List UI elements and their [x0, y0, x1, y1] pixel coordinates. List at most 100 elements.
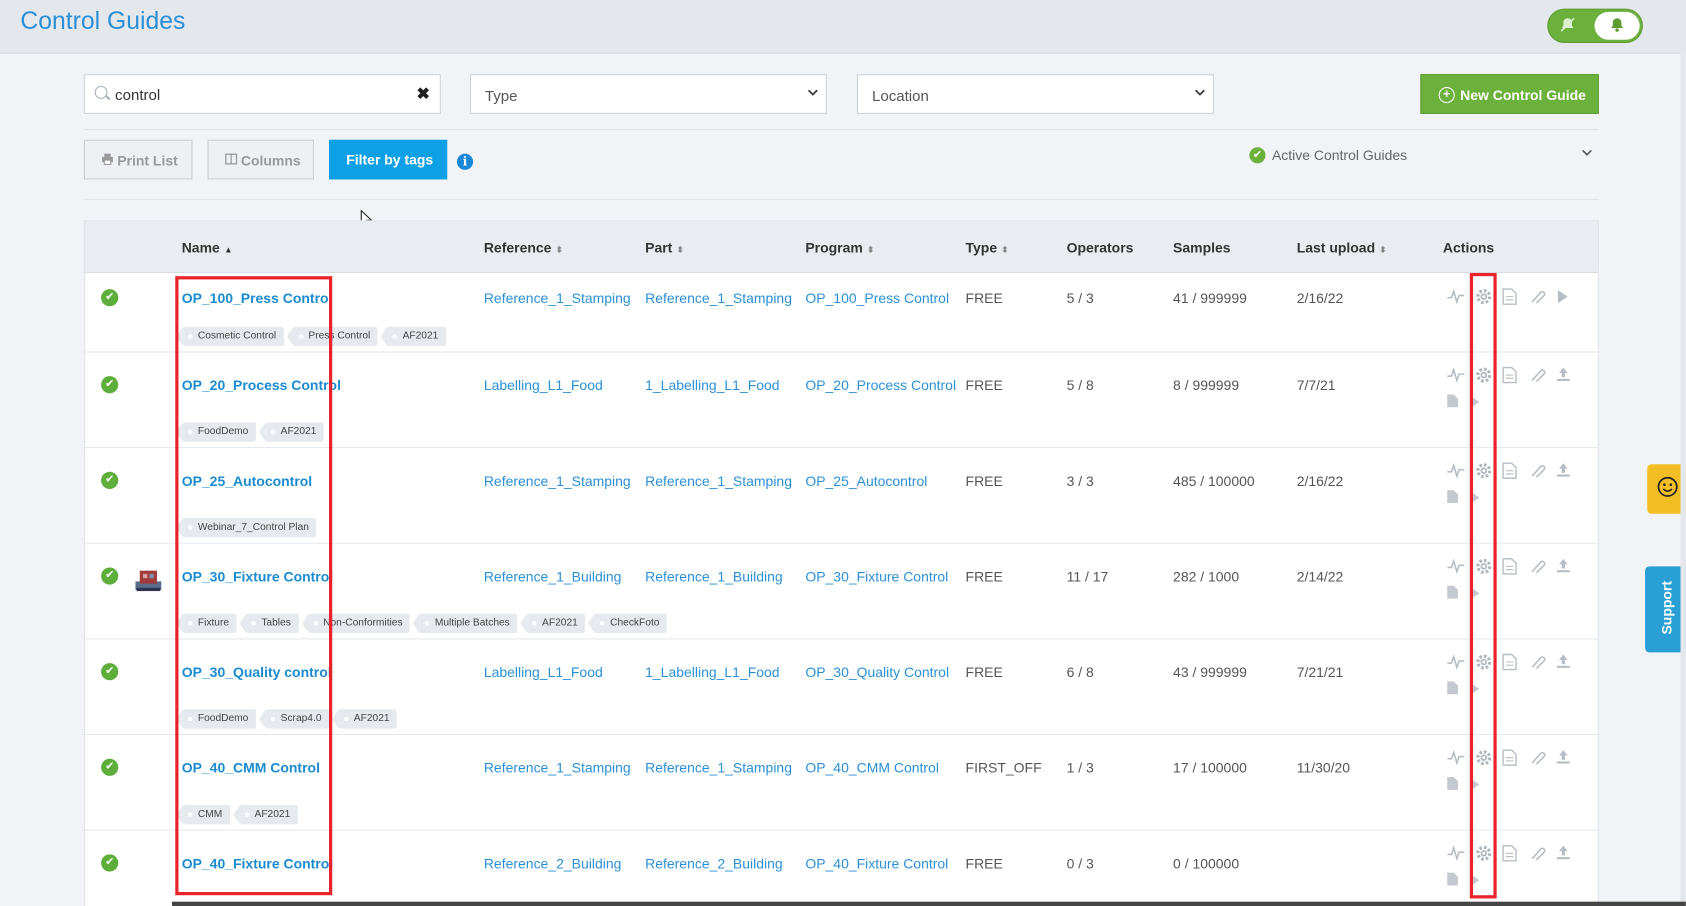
activity-icon[interactable] — [1447, 558, 1465, 577]
sort-icon: ⬍ — [1001, 245, 1009, 255]
file-icon[interactable] — [1446, 776, 1459, 794]
program-link[interactable]: OP_100_Press Control — [805, 290, 949, 306]
document-icon[interactable] — [1502, 558, 1517, 578]
columns-label: Columns — [240, 152, 301, 169]
bell-slash-icon — [1558, 16, 1577, 35]
active-status-icon: ✔ — [101, 471, 119, 489]
activity-icon[interactable] — [1447, 845, 1465, 864]
reference-link[interactable]: Labelling_L1_Food — [484, 377, 603, 393]
tag[interactable]: AF2021 — [520, 613, 586, 633]
upload-icon[interactable] — [1556, 653, 1571, 671]
activity-icon[interactable] — [1447, 367, 1465, 386]
scrollbar[interactable] — [1680, 0, 1686, 906]
part-link[interactable]: Reference_1_Stamping — [645, 760, 792, 776]
filter-by-tags-button[interactable]: Filter by tags — [329, 139, 448, 180]
part-link[interactable]: Reference_1_Stamping — [645, 290, 792, 306]
columns-button[interactable]: Columns — [207, 139, 314, 180]
upload-icon[interactable] — [1556, 845, 1571, 863]
part-link[interactable]: Reference_1_Stamping — [645, 473, 792, 489]
column-header-last-upload[interactable]: Last upload ⬍ — [1297, 240, 1387, 256]
upload-icon[interactable] — [1556, 558, 1571, 576]
operators-value: 5 / 3 — [1066, 290, 1094, 307]
new-control-guide-button[interactable]: + New Control Guide — [1420, 74, 1599, 114]
sort-asc-icon: ▲ — [224, 245, 233, 255]
upload-icon[interactable] — [1556, 462, 1571, 480]
program-link[interactable]: OP_25_Autocontrol — [805, 473, 927, 489]
tag[interactable]: Multiple Batches — [413, 613, 518, 633]
program-link[interactable]: OP_40_CMM Control — [805, 760, 939, 776]
column-reference-label: Reference — [483, 239, 552, 256]
tag[interactable]: AF2021 — [332, 709, 398, 729]
program-link[interactable]: OP_30_Fixture Control — [805, 569, 948, 585]
location-select[interactable]: Location — [856, 74, 1214, 114]
program-link[interactable]: OP_20_Process Control — [805, 377, 956, 393]
tag[interactable]: CheckFoto — [588, 613, 668, 633]
part-link[interactable]: Reference_2_Building — [645, 855, 783, 871]
document-icon[interactable] — [1502, 288, 1517, 308]
part-link[interactable]: 1_Labelling_L1_Food — [645, 664, 779, 680]
divider — [83, 198, 1599, 200]
info-icon[interactable]: i — [456, 153, 474, 170]
tag[interactable]: AF2021 — [381, 326, 446, 347]
part-link[interactable]: Reference_1_Building — [645, 569, 783, 585]
reference-link[interactable]: Reference_1_Stamping — [484, 760, 631, 776]
upload-icon[interactable] — [1556, 366, 1571, 384]
activity-icon[interactable] — [1447, 653, 1465, 672]
column-header-name[interactable]: Name ▲ — [182, 240, 233, 256]
reference-link[interactable]: Labelling_L1_Food — [484, 664, 603, 680]
program-link[interactable]: OP_30_Quality Control — [805, 664, 949, 680]
upload-icon[interactable] — [1556, 749, 1571, 767]
paperclip-icon[interactable] — [1529, 653, 1546, 673]
paperclip-icon[interactable] — [1529, 366, 1546, 386]
file-icon[interactable] — [1446, 585, 1459, 603]
clear-search-icon[interactable]: ✖ — [417, 84, 431, 103]
column-header-type[interactable]: Type ⬍ — [966, 240, 1009, 256]
filter-by-tags-label: Filter by tags — [346, 151, 434, 168]
horizontal-scrollbar[interactable] — [172, 901, 1686, 906]
samples-value: 41 / 999999 — [1173, 290, 1247, 307]
program-link[interactable]: OP_40_Fixture Control — [805, 855, 948, 871]
document-icon[interactable] — [1502, 653, 1517, 673]
document-icon[interactable] — [1502, 749, 1517, 769]
samples-value: 0 / 100000 — [1173, 855, 1240, 872]
paperclip-icon[interactable] — [1529, 749, 1546, 769]
reference-link[interactable]: Reference_2_Building — [484, 855, 622, 871]
print-list-button[interactable]: Print List — [83, 139, 193, 180]
active-status-icon: ✔ — [101, 376, 119, 394]
notifications-toggle[interactable] — [1547, 8, 1643, 43]
paperclip-icon[interactable] — [1529, 558, 1546, 578]
reference-link[interactable]: Reference_1_Stamping — [484, 473, 631, 489]
column-header-part[interactable]: Part ⬍ — [645, 240, 684, 256]
operators-value: 3 / 3 — [1066, 472, 1094, 489]
file-icon[interactable] — [1446, 489, 1459, 507]
sort-icon: ⬍ — [676, 245, 684, 255]
part-link[interactable]: 1_Labelling_L1_Food — [645, 377, 779, 393]
file-icon[interactable] — [1446, 680, 1459, 698]
search-input[interactable]: control ✖ — [83, 74, 441, 114]
file-icon[interactable] — [1446, 872, 1459, 890]
activity-icon[interactable] — [1447, 288, 1465, 307]
document-icon[interactable] — [1502, 845, 1517, 865]
document-icon[interactable] — [1502, 366, 1517, 386]
print-list-label: Print List — [117, 152, 178, 169]
document-icon[interactable] — [1502, 462, 1517, 482]
reference-link[interactable]: Reference_1_Stamping — [484, 290, 631, 306]
type-select[interactable]: Type — [469, 74, 827, 114]
file-icon[interactable] — [1446, 393, 1459, 411]
paperclip-icon[interactable] — [1529, 288, 1546, 308]
bell-icon — [1608, 16, 1625, 36]
activity-icon[interactable] — [1447, 462, 1465, 481]
column-header-program[interactable]: Program ⬍ — [805, 240, 874, 256]
last-upload-value: 2/14/22 — [1296, 568, 1344, 585]
play-icon[interactable] — [1556, 289, 1569, 307]
activity-icon[interactable] — [1447, 749, 1465, 768]
active-filter-dropdown[interactable]: ✔ Active Control Guides — [1249, 146, 1598, 165]
column-part-label: Part — [645, 239, 673, 256]
last-upload-value: 2/16/22 — [1296, 290, 1344, 307]
column-program-label: Program — [805, 239, 863, 256]
paperclip-icon[interactable] — [1529, 845, 1546, 865]
search-value: control — [115, 85, 161, 104]
paperclip-icon[interactable] — [1529, 462, 1546, 482]
reference-link[interactable]: Reference_1_Building — [484, 569, 622, 585]
column-header-reference[interactable]: Reference ⬍ — [484, 240, 563, 256]
